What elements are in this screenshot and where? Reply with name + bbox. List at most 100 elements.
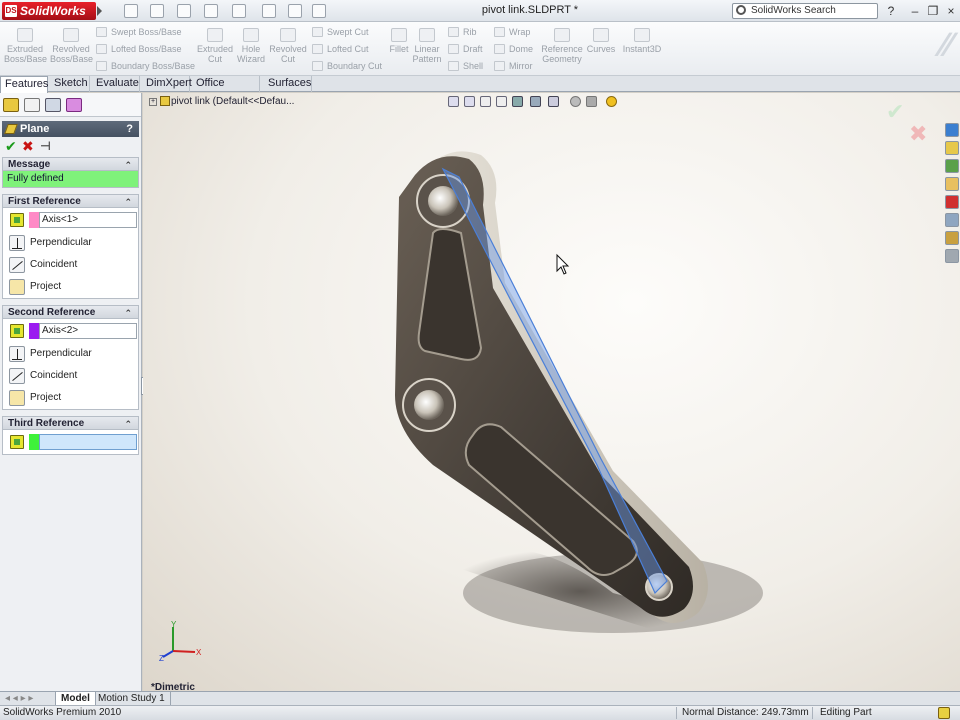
- collapse-icon[interactable]: ⌃: [124, 306, 132, 320]
- tab-office-products[interactable]: Office Products: [192, 76, 260, 104]
- solidworks-resources-icon[interactable]: [945, 123, 959, 137]
- hide-show-icon[interactable]: [548, 96, 559, 107]
- undo-icon[interactable]: [232, 4, 246, 18]
- document-recovery-icon[interactable]: [945, 213, 959, 227]
- reference-geometry-icon: [554, 28, 570, 42]
- project-option[interactable]: Project: [3, 387, 138, 409]
- coincident-option[interactable]: Coincident: [3, 365, 138, 387]
- zoom-to-area-icon[interactable]: [464, 96, 475, 107]
- view-orientation-icon[interactable]: [512, 96, 523, 107]
- viewport-close-button[interactable]: ×: [945, 93, 952, 95]
- menu-arrow-icon[interactable]: [97, 6, 102, 16]
- perpendicular-option[interactable]: Perpendicular: [3, 232, 138, 254]
- confirm-corner-cancel-icon[interactable]: ✖: [909, 121, 927, 147]
- print-icon[interactable]: [204, 4, 218, 18]
- collapse-icon[interactable]: ⌃: [124, 417, 132, 431]
- graphics-area[interactable]: + pivot link (Default<<Defau... – ❐ × ✔ …: [143, 93, 960, 691]
- swept-cut-button[interactable]: Swept Cut: [312, 25, 369, 39]
- tab-sketch[interactable]: Sketch: [50, 76, 90, 92]
- extruded-boss-button[interactable]: Extruded Boss/Base: [4, 28, 47, 64]
- third-reference-header[interactable]: Third Reference ⌃: [2, 416, 139, 430]
- close-button[interactable]: ×: [944, 4, 958, 18]
- previous-view-icon[interactable]: [480, 96, 491, 107]
- pm-help-button[interactable]: ?: [126, 121, 133, 137]
- tab-evaluate[interactable]: Evaluate: [92, 76, 140, 92]
- search-input[interactable]: SolidWorks Search: [732, 3, 878, 19]
- save-icon[interactable]: [177, 4, 191, 18]
- feature-tree-flyout[interactable]: + pivot link (Default<<Defau...: [149, 96, 294, 107]
- collapse-icon[interactable]: ⌃: [124, 195, 132, 209]
- extruded-cut-button[interactable]: Extruded Cut: [194, 28, 236, 64]
- display-style-icon[interactable]: [530, 96, 541, 107]
- shell-button[interactable]: Shell: [448, 59, 483, 73]
- design-library-icon[interactable]: [945, 141, 959, 155]
- message-header[interactable]: Message ⌃: [2, 157, 139, 171]
- configuration-manager-icon[interactable]: [45, 98, 61, 112]
- swept-boss-button[interactable]: Swept Boss/Base: [96, 25, 182, 39]
- restore-button[interactable]: ❐: [926, 4, 940, 18]
- confirm-corner-ok-icon[interactable]: ✔: [886, 99, 904, 125]
- apply-scene-icon[interactable]: [586, 96, 597, 107]
- second-reference-field[interactable]: Axis<2>: [39, 323, 137, 339]
- lofted-cut-button[interactable]: Lofted Cut: [312, 42, 369, 56]
- revolved-cut-button[interactable]: Revolved Cut: [268, 28, 308, 64]
- search-results-icon[interactable]: [945, 177, 959, 191]
- tab-model[interactable]: Model: [56, 692, 96, 706]
- view-palette-icon[interactable]: [945, 195, 959, 209]
- collapse-icon[interactable]: ⌃: [124, 158, 132, 172]
- hole-wizard-button[interactable]: Hole Wizard: [232, 28, 270, 64]
- first-reference-header[interactable]: First Reference ⌃: [2, 194, 139, 208]
- lofted-boss-button[interactable]: Lofted Boss/Base: [96, 42, 182, 56]
- boundary-boss-button[interactable]: Boundary Boss/Base: [96, 59, 195, 73]
- coincident-option[interactable]: Coincident: [3, 254, 138, 276]
- tab-dimxpert[interactable]: DimXpert: [142, 76, 192, 92]
- new-document-icon[interactable]: [124, 4, 138, 18]
- options-icon[interactable]: [312, 4, 326, 18]
- boundary-cut-button[interactable]: Boundary Cut: [312, 59, 382, 73]
- property-manager-icon[interactable]: [24, 98, 40, 112]
- perpendicular-option[interactable]: Perpendicular: [3, 343, 138, 365]
- view-settings-icon[interactable]: [606, 96, 617, 107]
- tab-motion-study[interactable]: Motion Study 1: [93, 692, 171, 706]
- dome-button[interactable]: Dome: [494, 42, 533, 56]
- instant3d-button[interactable]: Instant3D: [622, 28, 662, 54]
- section-view-icon[interactable]: [496, 96, 507, 107]
- project-option[interactable]: Project: [3, 276, 138, 298]
- mirror-button[interactable]: Mirror: [494, 59, 533, 73]
- document-title: pivot link.SLDPRT *: [481, 4, 579, 16]
- appearances-icon[interactable]: [945, 231, 959, 245]
- file-explorer-icon[interactable]: [945, 159, 959, 173]
- pivot-link-model[interactable]: [143, 93, 960, 691]
- pushpin-button[interactable]: ⊣: [40, 139, 51, 153]
- third-reference-field[interactable]: [39, 434, 137, 450]
- tab-features[interactable]: Features: [0, 76, 48, 93]
- ok-button[interactable]: ✔: [5, 139, 17, 153]
- rib-button[interactable]: Rib: [448, 25, 477, 39]
- minimize-button[interactable]: –: [908, 4, 922, 18]
- help-button[interactable]: ?: [884, 4, 898, 18]
- fillet-button[interactable]: Fillet: [386, 28, 412, 54]
- select-icon[interactable]: [262, 4, 276, 18]
- zoom-to-fit-icon[interactable]: [448, 96, 459, 107]
- draft-button[interactable]: Draft: [448, 42, 483, 56]
- revolved-boss-button[interactable]: Revolved Boss/Base: [50, 28, 93, 64]
- tab-scroll-arrows[interactable]: ◂ ◂ ▸ ▸: [0, 692, 56, 706]
- first-reference-field[interactable]: Axis<1>: [39, 212, 137, 228]
- reference-geometry-button[interactable]: Reference Geometry: [540, 28, 584, 64]
- wrap-button[interactable]: Wrap: [494, 25, 530, 39]
- custom-properties-icon[interactable]: [945, 249, 959, 263]
- second-reference-header[interactable]: Second Reference ⌃: [2, 305, 139, 319]
- expand-icon[interactable]: +: [149, 98, 157, 106]
- solidworks-logo[interactable]: DS SolidWorks: [2, 2, 96, 20]
- rebuild-status-icon[interactable]: [938, 707, 950, 719]
- edit-appearance-icon[interactable]: [570, 96, 581, 107]
- feature-manager-icon[interactable]: [3, 98, 19, 112]
- dimxpert-manager-icon[interactable]: [66, 98, 82, 112]
- tab-surfaces[interactable]: Surfaces: [264, 76, 312, 92]
- rebuild-icon[interactable]: [288, 4, 302, 18]
- curves-icon: [593, 28, 609, 42]
- open-icon[interactable]: [150, 4, 164, 18]
- cancel-button[interactable]: ✖: [22, 139, 34, 153]
- curves-button[interactable]: Curves: [586, 28, 616, 54]
- linear-pattern-button[interactable]: Linear Pattern: [410, 28, 444, 64]
